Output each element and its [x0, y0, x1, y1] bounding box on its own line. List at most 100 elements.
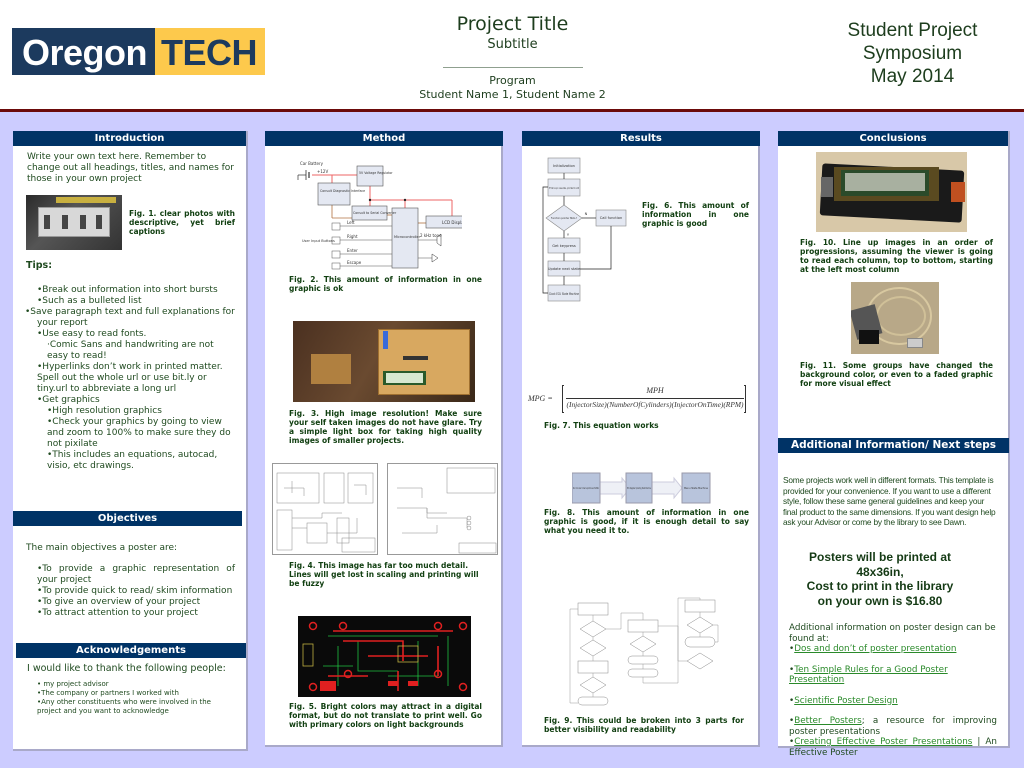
objective-item: •To provide a graphic representation of … [37, 564, 235, 585]
objective-item: •To give an overview of your project [37, 597, 201, 607]
fig7-caption: Fig. 7. This equation works [544, 421, 659, 430]
label-tone: 2 kHz tone [420, 233, 442, 238]
event-title: Student Project Symposium May 2014 [800, 19, 1024, 88]
fig11-cable-photo [851, 282, 939, 354]
equation-numerator: MPH [646, 386, 664, 395]
block-ecu-state-machine: ECU Register Updating State Machine [627, 486, 651, 490]
link-row: •Creating Effective Poster Presentations… [789, 737, 997, 758]
acknowledgements-heading: Acknowledgements [16, 643, 246, 658]
fig4-schematic-right [387, 463, 498, 555]
fig2-caption: Fig. 2. This amount of information in on… [289, 275, 482, 293]
flow-update: Update next state [548, 267, 581, 271]
label-consult: Consult Diagnostic Interface [320, 189, 365, 193]
acknowledgements-list: • my project advisor •The company or par… [37, 680, 237, 716]
fig8-caption: Fig. 8. This amount of information in on… [544, 508, 749, 535]
bracket-left [562, 385, 564, 413]
block-menu-state-machine: Menu State Machine [684, 486, 708, 490]
additional-info-heading: Additional Information/ Next steps [778, 438, 1009, 453]
acknowledgement-item: •Any other constituents who were involve… [37, 698, 211, 715]
print-info-price: on your own is $16.80 [817, 593, 943, 608]
resource-links: Additional information on poster design … [789, 623, 997, 758]
fig10-caption: Fig. 10. Line up images in an order of p… [800, 238, 993, 274]
event-line-2: Symposium [862, 43, 963, 64]
equation-lhs: MPG = [528, 394, 553, 403]
logo-tech: TECH [155, 28, 266, 75]
fig4-schematic-left [272, 463, 378, 555]
acknowledgement-item: • my project advisor [37, 680, 109, 688]
fig11-caption: Fig. 11. Some groups have changed the ba… [800, 361, 993, 388]
fig3-caption: Fig. 3. High image resolution! Make sure… [289, 409, 482, 445]
bracket-right [744, 385, 746, 413]
oregon-tech-logo: Oregon TECH [12, 28, 266, 75]
links-intro: Additional information on poster design … [789, 623, 996, 644]
fig4-caption: Fig. 4. This image has far too much deta… [289, 561, 479, 588]
link-row: •Dos and don’t of poster presentation [789, 644, 957, 654]
label-regulator: 5V Voltage Regulator [359, 171, 393, 175]
link-ten-simple-rules[interactable]: Ten Simple Rules for a Good Poster Prese… [789, 665, 948, 686]
tip-item: •Hyperlinks don’t work in printed matter… [37, 362, 223, 394]
objectives-heading: Objectives [13, 511, 242, 526]
tip-item: •Use easy to read fonts. [37, 329, 147, 339]
flow-keypress: Get keypress [552, 244, 576, 248]
label-right: Right [347, 234, 358, 239]
link-better-posters[interactable]: Better Posters [794, 716, 862, 726]
label-left: Left [347, 220, 355, 225]
tip-item: ·Comic Sans and handwriting are not easy… [47, 340, 214, 361]
fig3-circuit-photo [293, 321, 475, 402]
label-12v: +12V [317, 169, 328, 174]
link-row: •Ten Simple Rules for a Good Poster Pres… [789, 664, 948, 686]
tip-item: •High resolution graphics [47, 406, 162, 416]
fig9-complex-flowchart [569, 597, 719, 706]
link-creating-effective-posters[interactable]: Creating Effective Poster Presentations [794, 737, 972, 747]
print-info: Posters will be printed at 48x36in, Cost… [800, 550, 960, 608]
event-line-1: Student Project [847, 20, 978, 41]
tips-list: •Break out information into short bursts… [25, 285, 237, 472]
label-enter: Enter [347, 248, 358, 253]
results-heading: Results [522, 131, 760, 146]
flow-loop: If first loop in new state, print text t… [549, 186, 579, 190]
objective-item: •To attract attention to your project [37, 608, 198, 618]
fig9-caption: Fig. 9. This could be broken into 3 part… [544, 716, 744, 734]
fig6-flowchart: Initialization If first loop in new stat… [542, 157, 627, 302]
flow-call: Call function [600, 216, 623, 220]
tips-heading: Tips: [26, 260, 52, 271]
link-row: •Scientific Poster Design [789, 695, 898, 706]
additional-info-body: Some projects work well in different for… [783, 475, 996, 527]
project-title: Project Title [456, 13, 569, 35]
tip-item: •Such as a bulleted list [37, 296, 142, 306]
poster-header: Oregon TECH Project Title Subtitle Progr… [0, 0, 1024, 112]
introduction-body: Write your own text here. Remember to ch… [27, 152, 235, 184]
fig7-equation: MPG = MPH (InjectorSize)(NumberOfCylinde… [528, 385, 748, 413]
tip-item: •Break out information into short bursts [37, 285, 218, 295]
flow-clock: Clock ECU State Machine [549, 292, 579, 296]
fig1-connector-photo [26, 195, 122, 250]
link-row: •Better Posters; a resource for improvin… [789, 716, 997, 737]
label-car-battery: Car Battery [300, 161, 324, 166]
acknowledgements-intro: I would like to thank the following peop… [27, 663, 226, 674]
link-scientific-poster-design[interactable]: Scientific Poster Design [794, 696, 898, 706]
print-info-line1: Posters will be printed at [808, 550, 952, 564]
logo-oregon: Oregon [12, 28, 156, 75]
label-microcontroller: Microcontroller [394, 235, 421, 239]
tip-item: •Save paragraph text and full explanatio… [25, 307, 235, 328]
block-rx-buffer: Rx Circular Interrupt-driven Buffer [573, 486, 600, 490]
fig2-block-diagram: Car Battery +12V 5V Voltage Regulator Co… [297, 161, 462, 270]
title-block: Project Title Subtitle Program Student N… [400, 12, 625, 102]
flow-yes: Y [567, 233, 570, 237]
label-lcd: LCD Display [442, 220, 462, 225]
objectives-intro: The main objectives a poster are: [26, 543, 178, 553]
tip-item: •Get graphics [37, 395, 100, 405]
objectives-list: •To provide a graphic representation of … [37, 564, 235, 619]
introduction-heading: Introduction [13, 131, 246, 146]
equation-denominator: (InjectorSize)(NumberOfCylinders)(Inject… [566, 400, 744, 409]
event-date: May 2014 [870, 66, 955, 87]
link-dos-and-donts[interactable]: Dos and don’t of poster presentation [794, 644, 956, 654]
acknowledgement-item: •The company or partners I worked with [37, 689, 179, 697]
flow-init: Initialization [553, 164, 575, 168]
fig5-pcb-layout [298, 616, 471, 697]
project-subtitle: Subtitle [487, 37, 538, 52]
fig1-caption: Fig. 1. clear photos with descriptive, y… [129, 209, 235, 236]
label-converter: Consult to Serial Converter [353, 211, 397, 215]
objective-item: •To provide quick to read/ skim informat… [37, 586, 233, 596]
print-info-line2: 48x36in, [856, 564, 904, 579]
